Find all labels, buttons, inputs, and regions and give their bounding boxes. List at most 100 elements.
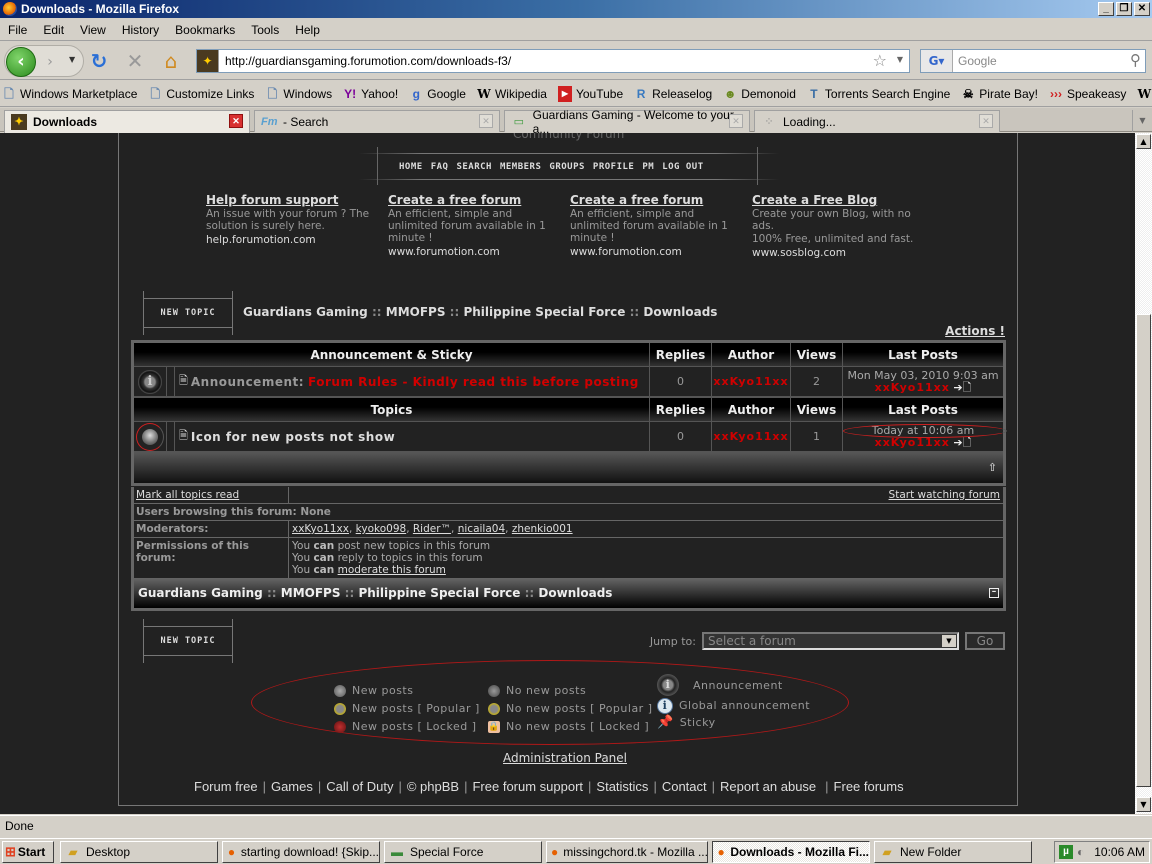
google-engine-icon[interactable]: G▾ [921, 50, 953, 72]
bookmark-windows[interactable]: 🗋 Windows [265, 86, 333, 102]
history-dropdown-icon[interactable]: ▼ [69, 55, 75, 64]
search-bar[interactable]: G▾ Google ⚲ [920, 49, 1146, 73]
task-new-folder[interactable]: ▰ New Folder [874, 841, 1032, 863]
scroll-down-button[interactable]: ▼ [1136, 797, 1151, 812]
crumb-mmofps[interactable]: MMOFPS [386, 305, 446, 319]
bookmark-yahoo[interactable]: Y! Yahoo! [343, 86, 398, 102]
footer-link[interactable]: Free forum support [472, 779, 583, 794]
crumb-special-force[interactable]: Philippine Special Force [358, 586, 520, 600]
tab-list-dropdown-icon[interactable]: ▼ [1132, 110, 1152, 132]
search-placeholder[interactable]: Google [953, 54, 997, 68]
restore-button[interactable]: ❐ [1116, 2, 1132, 16]
goto-last-post-icon[interactable]: ➔🗋 [953, 381, 971, 394]
url-text[interactable]: http://guardiansgaming.forumotion.com/do… [219, 54, 511, 68]
search-icon[interactable]: ⚲ [1130, 51, 1141, 69]
nav-groups[interactable]: GROUPS [549, 162, 585, 172]
bookmark-pirate-bay[interactable]: ☠ Pirate Bay! [961, 86, 1038, 102]
nav-logout[interactable]: LOG OUT [662, 162, 703, 172]
menu-help[interactable]: Help [287, 23, 328, 37]
nav-home[interactable]: HOME [399, 162, 423, 172]
tab-loading[interactable]: ⁘ Loading... ✕ [754, 110, 1000, 132]
moderator-link[interactable]: zhenkio001 [512, 523, 573, 535]
promo-url[interactable]: www.forumotion.com [570, 246, 746, 258]
new-topic-button-top[interactable]: NEW TOPIC [143, 291, 233, 335]
bookmark-wiktionary[interactable]: WWiktionary [1137, 86, 1152, 102]
collapse-icon[interactable]: – [989, 588, 999, 598]
task-missingchord[interactable]: ● missingchord.tk - Mozilla ... [546, 841, 708, 863]
promo-url[interactable]: help.forumotion.com [206, 234, 382, 246]
crumb-downloads[interactable]: Downloads [643, 305, 717, 319]
utorrent-icon[interactable]: µ [1059, 845, 1073, 859]
last-post-author[interactable]: xxKyo11xx [875, 381, 950, 394]
bookmark-youtube[interactable]: ▶ YouTube [557, 85, 623, 102]
vertical-scrollbar[interactable]: ▲ ▼ [1135, 133, 1152, 814]
scroll-top-icon[interactable]: ⇧ [988, 461, 997, 474]
nav-pm[interactable]: PM [642, 162, 654, 172]
announcement-title[interactable]: Forum Rules - Kindly read this before po… [308, 375, 639, 389]
promo-title[interactable]: Create a free forum [570, 193, 746, 207]
close-tab-icon[interactable]: ✕ [479, 114, 493, 128]
clock[interactable]: 10:06 AM [1094, 845, 1145, 859]
promo-url[interactable]: www.sosblog.com [752, 247, 928, 259]
close-tab-icon[interactable]: ✕ [229, 114, 243, 128]
minimize-button[interactable]: _ [1098, 2, 1114, 16]
tab-guardians-gaming[interactable]: ▭ Guardians Gaming - Welcome to your a..… [504, 108, 750, 136]
footer-link[interactable]: Games [271, 779, 313, 794]
url-bar[interactable]: ✦ http://guardiansgaming.forumotion.com/… [196, 49, 910, 73]
reload-icon[interactable]: ↻ [88, 50, 110, 72]
bookmark-releaselog[interactable]: R Releaselog [634, 86, 712, 102]
author-link[interactable]: xxKyo11xx [712, 367, 791, 396]
bookmark-google[interactable]: g Google [409, 86, 466, 102]
forum-select[interactable]: Select a forum ▼ [702, 632, 959, 650]
promo-title[interactable]: Help forum support [206, 193, 382, 207]
moderator-link[interactable]: Rider™ [413, 523, 451, 535]
crumb-mmofps[interactable]: MMOFPS [281, 586, 341, 600]
go-button[interactable]: Go [965, 632, 1005, 650]
topic-title[interactable]: Icon for new posts not show [191, 430, 395, 444]
nav-members[interactable]: MEMBERS [500, 162, 541, 172]
promo-title[interactable]: Create a free forum [388, 193, 564, 207]
footer-link[interactable]: Report an abuse [720, 779, 816, 794]
mark-all-read-link[interactable]: Mark all topics read [136, 489, 239, 501]
moderator-link[interactable]: nicaila04 [458, 523, 505, 535]
stop-icon[interactable]: ✕ [124, 50, 146, 72]
start-watching-link[interactable]: Start watching forum [889, 489, 1000, 501]
crumb-special-force[interactable]: Philippine Special Force [463, 305, 625, 319]
new-topic-button-bottom[interactable]: NEW TOPIC [143, 619, 233, 663]
menu-view[interactable]: View [72, 23, 114, 37]
start-button[interactable]: ⊞ Start [2, 840, 54, 863]
task-desktop[interactable]: ▰ Desktop [60, 841, 218, 863]
footer-link[interactable]: Call of Duty [326, 779, 393, 794]
footer-link[interactable]: © phpBB [407, 779, 459, 794]
close-button[interactable]: ✕ [1134, 2, 1150, 16]
nav-profile[interactable]: PROFILE [593, 162, 634, 172]
menu-tools[interactable]: Tools [243, 23, 287, 37]
home-icon[interactable]: ⌂ [160, 50, 182, 72]
forward-button[interactable]: › [40, 52, 60, 72]
bookmark-speakeasy[interactable]: ››› Speakeasy [1049, 86, 1126, 102]
crumb-downloads[interactable]: Downloads [538, 586, 612, 600]
menu-file[interactable]: File [0, 23, 35, 37]
crumb-guardians-gaming[interactable]: Guardians Gaming [243, 305, 368, 319]
task-special-force[interactable]: ▬ Special Force [384, 841, 542, 863]
footer-link[interactable]: Free forums [834, 779, 904, 794]
footer-link[interactable]: Contact [662, 779, 707, 794]
bookmark-torrents-search[interactable]: T Torrents Search Engine [807, 86, 950, 102]
url-dropdown-icon[interactable]: ▼ [897, 55, 903, 64]
promo-title[interactable]: Create a Free Blog [752, 193, 928, 207]
close-tab-icon[interactable]: ✕ [979, 114, 993, 128]
administration-panel-link[interactable]: Administration Panel [503, 751, 627, 765]
crumb-guardians-gaming[interactable]: Guardians Gaming [138, 586, 263, 600]
moderator-link[interactable]: xxKyo11xx [292, 523, 349, 535]
menu-edit[interactable]: Edit [35, 23, 72, 37]
nav-search[interactable]: SEARCH [456, 162, 492, 172]
promo-url[interactable]: www.forumotion.com [388, 246, 564, 258]
footer-link[interactable]: Statistics [596, 779, 648, 794]
task-downloads-firefox[interactable]: ● Downloads - Mozilla Fi... [712, 841, 870, 863]
author-link[interactable]: xxKyo11xx [712, 422, 791, 451]
bookmark-customize-links[interactable]: 🗋 Customize Links [148, 86, 255, 102]
tab-search[interactable]: Fm - Search ✕ [254, 110, 500, 132]
moderator-link[interactable]: kyoko098 [356, 523, 407, 535]
bookmark-wikipedia[interactable]: W Wikipedia [477, 86, 547, 102]
task-starting-download[interactable]: ● starting download! {Skip... [222, 841, 380, 863]
